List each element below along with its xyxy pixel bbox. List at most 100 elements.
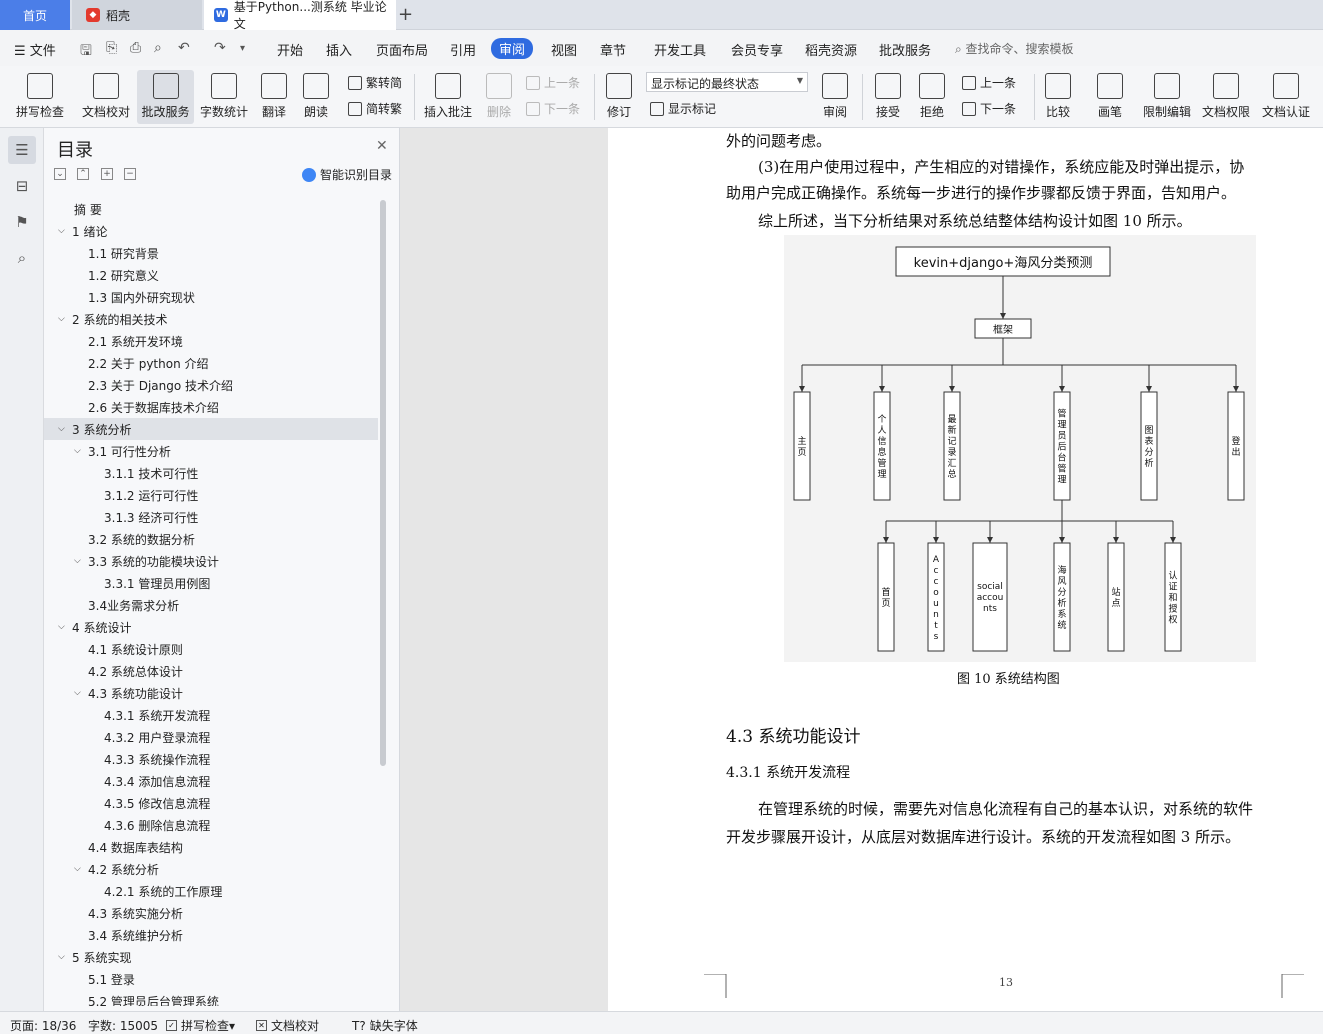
toc-item[interactable]: 2.6 关于数据库技术介绍: [44, 396, 378, 418]
new-tab-icon[interactable]: +: [398, 4, 413, 25]
menu-view[interactable]: 视图: [551, 40, 577, 59]
toc-item[interactable]: 2.3 关于 Django 技术介绍: [44, 374, 378, 396]
toc-item[interactable]: ⌵ 1 绪论: [44, 220, 378, 242]
show-markup-button[interactable]: 显示标记: [650, 100, 716, 117]
review-service-button[interactable]: 批改服务: [137, 70, 194, 124]
pen-button[interactable]: 画笔: [1090, 70, 1130, 124]
proofread-button[interactable]: 文档校对: [76, 70, 136, 124]
tab-document[interactable]: W 基于Python...测系统 毕业论文: [204, 0, 396, 31]
toc-item[interactable]: 2.2 关于 python 介绍: [44, 352, 378, 374]
prev-change-button[interactable]: 上一条: [962, 74, 1016, 91]
chevron-down-icon[interactable]: ⌵: [58, 314, 72, 324]
delete-comment-button[interactable]: 删除: [478, 70, 520, 124]
document-certify-button[interactable]: 文档认证: [1258, 70, 1314, 124]
menu-review-service[interactable]: 批改服务: [879, 40, 931, 59]
chevron-down-icon[interactable]: ⌵: [58, 226, 72, 236]
expand-up-icon[interactable]: ⌃: [77, 168, 89, 180]
menu-daoke-resources[interactable]: 稻壳资源: [805, 40, 857, 59]
toc-item[interactable]: 4.3 系统实施分析: [44, 902, 378, 924]
document-page[interactable]: 外的问题考虑。 (3)在用户使用过程中，产生相应的对错操作，系统应能及时弹出提示…: [608, 128, 1323, 1011]
menu-page-layout[interactable]: 页面布局: [376, 40, 428, 59]
chevron-down-icon[interactable]: ⌵: [74, 864, 88, 874]
track-changes-button[interactable]: 修订: [600, 70, 638, 124]
toc-item[interactable]: 4.3.4 添加信息流程: [44, 770, 378, 792]
collapse-all-icon[interactable]: ⌄: [54, 168, 66, 180]
next-comment-button[interactable]: 下一条: [526, 100, 580, 117]
status-missing-font[interactable]: T? 缺失字体: [352, 1017, 418, 1034]
chevron-down-icon[interactable]: ⌵: [58, 424, 72, 434]
to-simplified-button[interactable]: 繁转简: [348, 74, 402, 91]
print-icon[interactable]: ⎙: [130, 40, 141, 56]
tab-daoke[interactable]: ◆ 稻壳: [72, 0, 202, 30]
tab-home[interactable]: 首页: [0, 0, 70, 30]
toc-item[interactable]: 3.4业务需求分析: [44, 594, 378, 616]
read-aloud-button[interactable]: 朗读: [296, 70, 336, 124]
toc-item[interactable]: ⌵ 4.2 系统分析: [44, 858, 378, 880]
chevron-down-icon[interactable]: ⌵: [74, 688, 88, 698]
compare-button[interactable]: 比较: [1038, 70, 1078, 124]
menu-insert[interactable]: 插入: [326, 40, 352, 59]
restrict-editing-button[interactable]: 限制编辑: [1140, 70, 1194, 124]
toc-item[interactable]: ⌵ 3 系统分析: [44, 418, 378, 440]
menu-references[interactable]: 引用: [450, 40, 476, 59]
toc-item[interactable]: ⌵ 2 系统的相关技术: [44, 308, 378, 330]
toc-item[interactable]: 摘 要: [44, 198, 378, 220]
translate-button[interactable]: 翻译: [254, 70, 294, 124]
status-proofread[interactable]: ✕ 文档校对: [256, 1017, 319, 1034]
word-count-indicator[interactable]: 字数: 15005: [88, 1017, 158, 1034]
spell-check-button[interactable]: 拼写检查: [8, 70, 72, 124]
file-menu[interactable]: ☰ 文件: [14, 40, 56, 59]
toc-item[interactable]: 4.3.3 系统操作流程: [44, 748, 378, 770]
toc-item[interactable]: 4.4 数据库表结构: [44, 836, 378, 858]
toc-item[interactable]: 3.2 系统的数据分析: [44, 528, 378, 550]
toc-item[interactable]: 5.2 管理员后台管理系统: [44, 990, 378, 1007]
toc-item[interactable]: 3.1.2 运行可行性: [44, 484, 378, 506]
toc-scrollbar[interactable]: [380, 200, 386, 766]
menu-start[interactable]: 开始: [277, 40, 303, 59]
toc-item[interactable]: 5.1 登录: [44, 968, 378, 990]
undo-icon[interactable]: ↶: [178, 40, 190, 56]
menu-section[interactable]: 章节: [600, 40, 626, 59]
print-preview-icon[interactable]: ⌕: [154, 40, 162, 56]
outline-icon[interactable]: ⊟: [8, 172, 36, 200]
remove-level-icon[interactable]: −: [124, 168, 136, 180]
toc-item[interactable]: 2.1 系统开发环境: [44, 330, 378, 352]
customize-chevron-icon[interactable]: ▾: [240, 43, 245, 54]
accept-button[interactable]: 接受: [868, 70, 908, 124]
word-count-button[interactable]: 字数统计: [196, 70, 252, 124]
toc-item[interactable]: 4.1 系统设计原则: [44, 638, 378, 660]
menu-developer[interactable]: 开发工具: [654, 40, 706, 59]
page-indicator[interactable]: 页面: 18/36: [10, 1017, 76, 1034]
toc-item[interactable]: ⌵ 3.1 可行性分析: [44, 440, 378, 462]
redo-icon[interactable]: ↷: [214, 40, 226, 56]
menu-member[interactable]: 会员专享: [731, 40, 783, 59]
command-search[interactable]: ⌕ 查找命令、搜索模板: [955, 40, 1074, 57]
toc-item[interactable]: 3.1.3 经济可行性: [44, 506, 378, 528]
toc-item[interactable]: 4.3.1 系统开发流程: [44, 704, 378, 726]
status-spell-check[interactable]: ✓ 拼写检查 ▾: [166, 1017, 235, 1034]
chevron-down-icon[interactable]: ⌵: [58, 622, 72, 632]
chevron-down-icon[interactable]: ⌵: [58, 952, 72, 962]
prev-comment-button[interactable]: 上一条: [526, 74, 580, 91]
bookmark-icon[interactable]: ⚑: [8, 208, 36, 236]
toc-item[interactable]: 1.3 国内外研究现状: [44, 286, 378, 308]
toc-item[interactable]: 3.1.1 技术可行性: [44, 462, 378, 484]
add-level-icon[interactable]: +: [101, 168, 113, 180]
toc-item[interactable]: 4.2.1 系统的工作原理: [44, 880, 378, 902]
next-change-button[interactable]: 下一条: [962, 100, 1016, 117]
toc-item[interactable]: ⌵ 4 系统设计: [44, 616, 378, 638]
toc-item[interactable]: 4.3.6 删除信息流程: [44, 814, 378, 836]
toc-item[interactable]: 4.2 系统总体设计: [44, 660, 378, 682]
search-icon[interactable]: ⌕: [8, 244, 36, 272]
toc-item[interactable]: 1.1 研究背景: [44, 242, 378, 264]
insert-comment-button[interactable]: 插入批注: [420, 70, 476, 124]
document-permission-button[interactable]: 文档权限: [1198, 70, 1254, 124]
smart-toc-button[interactable]: 智能识别目录: [302, 166, 392, 183]
menu-review[interactable]: 审阅: [491, 38, 534, 59]
chevron-down-icon[interactable]: ⌵: [74, 446, 88, 456]
toc-item[interactable]: 3.3.1 管理员用例图: [44, 572, 378, 594]
toc-item[interactable]: ⌵ 4.3 系统功能设计: [44, 682, 378, 704]
to-traditional-button[interactable]: 简转繁: [348, 100, 402, 117]
toc-item[interactable]: 1.2 研究意义: [44, 264, 378, 286]
toc-panel-icon[interactable]: ☰: [8, 136, 36, 164]
